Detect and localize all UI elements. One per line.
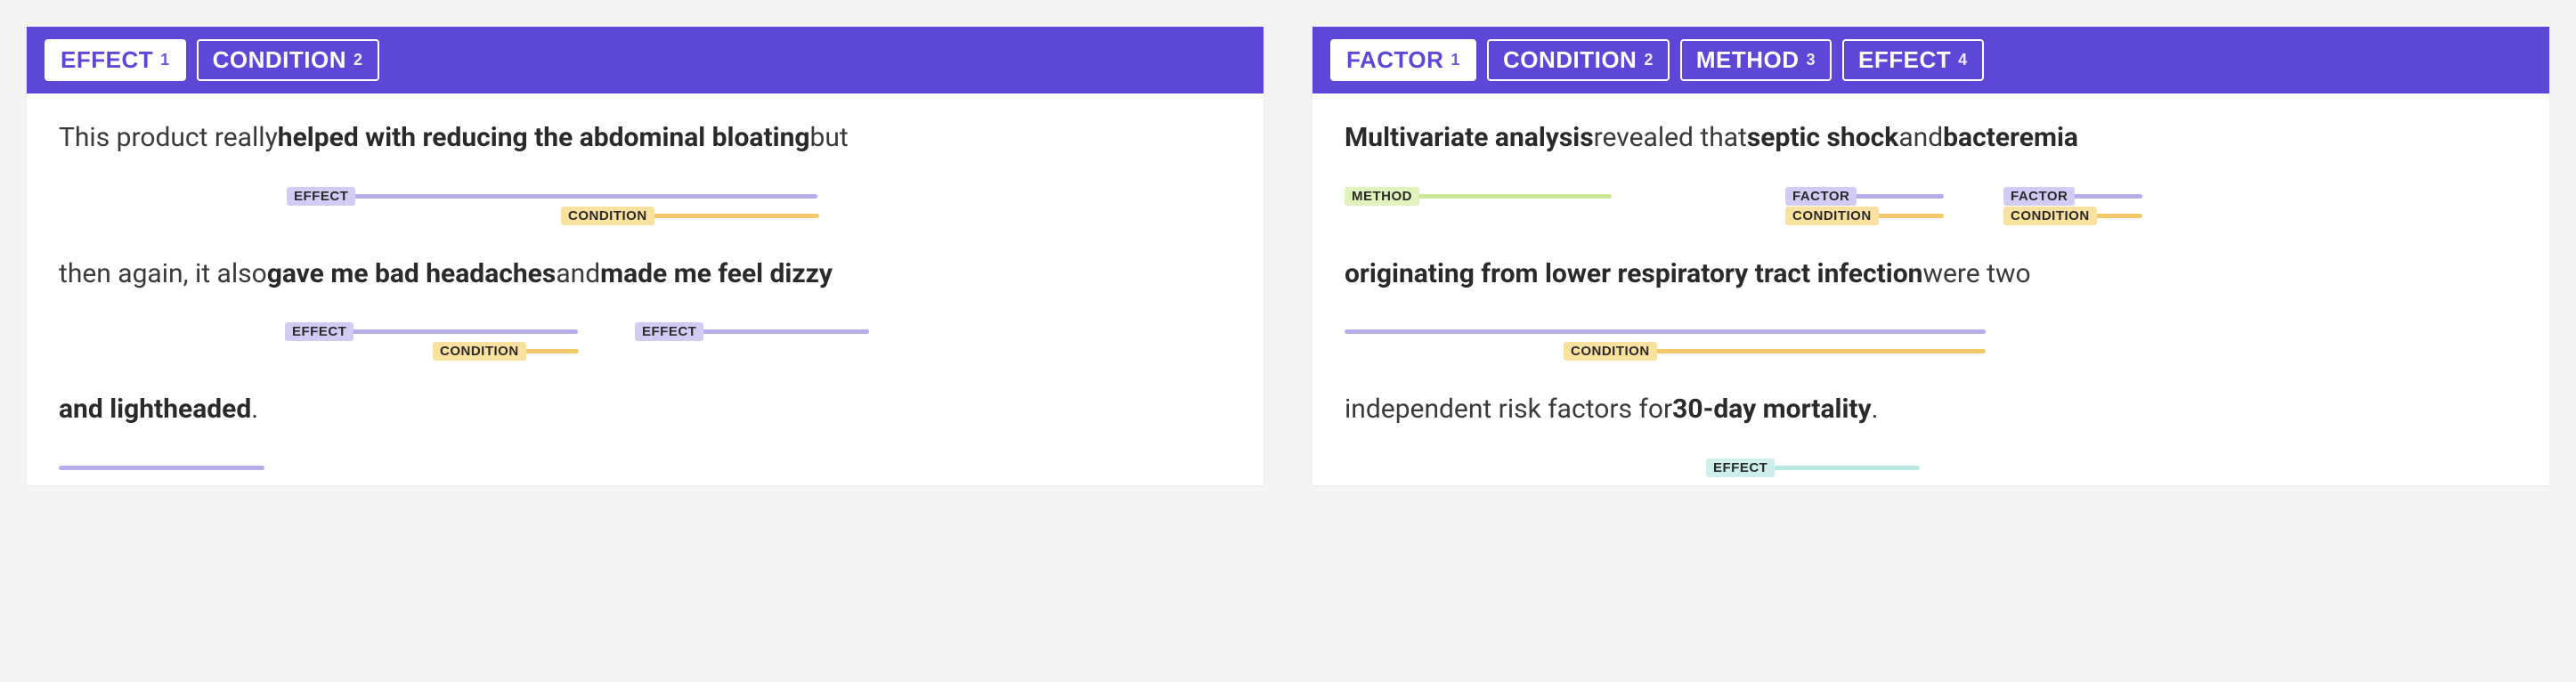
tag-condition[interactable]: CONDITION xyxy=(2003,207,2097,225)
tag-effect[interactable]: EFFECT xyxy=(635,322,703,341)
tag-condition[interactable]: CONDITION xyxy=(1564,342,1657,361)
pill-text: METHOD xyxy=(1696,46,1800,74)
text-span: and xyxy=(1898,120,1943,157)
text-span: but xyxy=(810,120,849,157)
entity-span[interactable]: Multivariate analysis xyxy=(1345,120,1594,157)
entity-span[interactable]: 30-day mortality xyxy=(1672,392,1872,428)
tag-factor[interactable]: FACTOR xyxy=(1785,187,1857,206)
entity-span[interactable]: and lightheaded xyxy=(59,392,251,428)
pill-text: EFFECT xyxy=(61,46,153,74)
tag-condition[interactable]: CONDITION xyxy=(561,207,654,225)
text-line: independent risk factors for 30-day mort… xyxy=(1345,392,2517,457)
pill-text: FACTOR xyxy=(1346,46,1443,74)
entity-span[interactable]: originating from lower respiratory tract… xyxy=(1345,256,1922,293)
card-body: This product really helped with reducing… xyxy=(27,93,1264,460)
label-pill-method[interactable]: METHOD 3 xyxy=(1680,39,1832,81)
text-span: independent risk factors for xyxy=(1345,392,1672,428)
pill-hotkey: 1 xyxy=(160,51,170,69)
entity-span[interactable]: gave me bad headaches xyxy=(267,256,557,293)
annotation-spacer xyxy=(1345,428,2517,457)
pill-text: CONDITION xyxy=(1503,46,1637,74)
text-span: then again, it also xyxy=(59,256,267,293)
pill-hotkey: 2 xyxy=(1644,51,1654,69)
underline-effect xyxy=(59,466,264,470)
label-pill-effect[interactable]: EFFECT 4 xyxy=(1842,39,1984,81)
tag-factor[interactable]: FACTOR xyxy=(2003,187,2075,206)
card-body: Multivariate analysis revealed that sept… xyxy=(1312,93,2549,460)
text-span: were two xyxy=(1922,256,2030,293)
entity-span[interactable]: bacteremia xyxy=(1943,120,2078,157)
label-pill-effect[interactable]: EFFECT 1 xyxy=(45,39,186,81)
entity-span[interactable]: made me feel dizzy xyxy=(600,256,833,293)
tag-effect[interactable]: EFFECT xyxy=(287,187,355,206)
pill-text: EFFECT xyxy=(1858,46,1951,74)
text-span: revealed that xyxy=(1594,120,1747,157)
entity-span[interactable]: helped with reducing the abdominal bloat… xyxy=(278,120,810,157)
entity-span[interactable]: septic shock xyxy=(1747,120,1898,157)
text-line: This product really helped with reducing… xyxy=(59,120,1231,205)
pill-hotkey: 3 xyxy=(1807,51,1816,69)
text-span: . xyxy=(251,392,258,428)
tag-effect[interactable]: EFFECT xyxy=(285,322,353,341)
label-pill-condition[interactable]: CONDITION 2 xyxy=(1487,39,1670,81)
label-pill-condition[interactable]: CONDITION 2 xyxy=(197,39,379,81)
label-pill-factor[interactable]: FACTOR 1 xyxy=(1330,39,1476,81)
text-line: and lightheaded. xyxy=(59,392,1231,457)
text-span: and xyxy=(556,256,600,293)
pill-hotkey: 2 xyxy=(353,51,363,69)
pill-text: CONDITION xyxy=(213,46,346,74)
text-line: originating from lower respiratory tract… xyxy=(1345,256,2517,341)
annotation-card: FACTOR 1 CONDITION 2 METHOD 3 EFFECT 4 Multivari… xyxy=(1312,27,2549,485)
text-line: then again, it also gave me bad headache… xyxy=(59,256,1231,341)
text-span: This product really xyxy=(59,120,278,157)
annotation-spacer xyxy=(59,428,1231,457)
underline-effect xyxy=(287,194,817,199)
tag-condition[interactable]: CONDITION xyxy=(433,342,526,361)
card-header: EFFECT 1 CONDITION 2 xyxy=(27,27,1264,93)
annotation-card: EFFECT 1 CONDITION 2 This product really hel… xyxy=(27,27,1264,485)
text-span: . xyxy=(1872,392,1879,428)
underline-factor xyxy=(1345,329,1986,334)
pill-hotkey: 4 xyxy=(1958,51,1968,69)
tag-effect2[interactable]: EFFECT xyxy=(1706,459,1775,477)
pill-hotkey: 1 xyxy=(1451,51,1460,69)
text-line: Multivariate analysis revealed that sept… xyxy=(1345,120,2517,205)
card-header: FACTOR 1 CONDITION 2 METHOD 3 EFFECT 4 xyxy=(1312,27,2549,93)
tag-condition[interactable]: CONDITION xyxy=(1785,207,1879,225)
tag-method[interactable]: METHOD xyxy=(1345,187,1419,206)
